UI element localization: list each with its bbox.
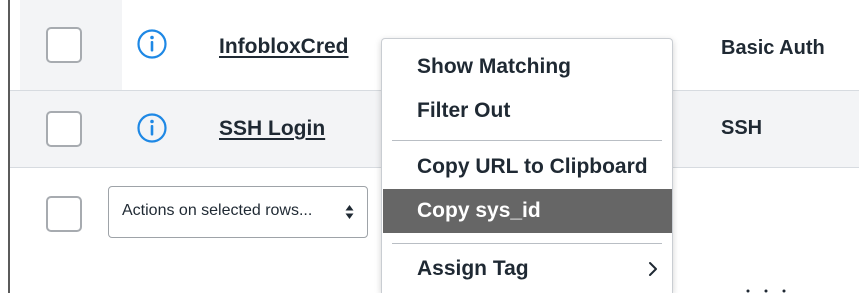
menu-divider <box>392 243 662 244</box>
record-link[interactable]: SSH Login <box>219 117 325 141</box>
info-circle-icon[interactable] <box>136 112 168 144</box>
chevron-right-icon <box>649 262 657 276</box>
context-menu: Show Matching Filter Out Copy URL to Cli… <box>381 38 673 293</box>
menu-item-filter-out[interactable]: Filter Out <box>383 89 672 133</box>
type-cell: SSH <box>721 117 763 139</box>
menu-item-label: Assign Tag <box>417 257 529 280</box>
select-all-checkbox[interactable] <box>46 196 82 232</box>
menu-item-assign-tag[interactable]: Assign Tag <box>383 247 672 291</box>
up-down-arrows-icon <box>345 205 354 219</box>
info-circle-icon[interactable] <box>136 28 168 60</box>
menu-item-copy-url[interactable]: Copy URL to Clipboard <box>383 145 672 189</box>
actions-select[interactable]: Actions on selected rows... <box>108 186 368 238</box>
menu-divider <box>392 140 662 141</box>
menu-item-show-matching[interactable]: Show Matching <box>383 45 672 89</box>
checkbox-cell <box>20 168 122 293</box>
checkbox-cell <box>20 91 122 167</box>
checkbox-cell <box>20 0 122 90</box>
actions-select-label: Actions on selected rows... <box>122 202 313 219</box>
row-checkbox[interactable] <box>46 27 82 63</box>
menu-item-copy-sys-id[interactable]: Copy sys_id <box>383 189 672 233</box>
type-cell: Basic Auth <box>721 37 825 59</box>
partial-glyph-fragment <box>746 289 786 293</box>
record-link[interactable]: InfobloxCred <box>219 35 349 59</box>
row-checkbox[interactable] <box>46 111 82 147</box>
